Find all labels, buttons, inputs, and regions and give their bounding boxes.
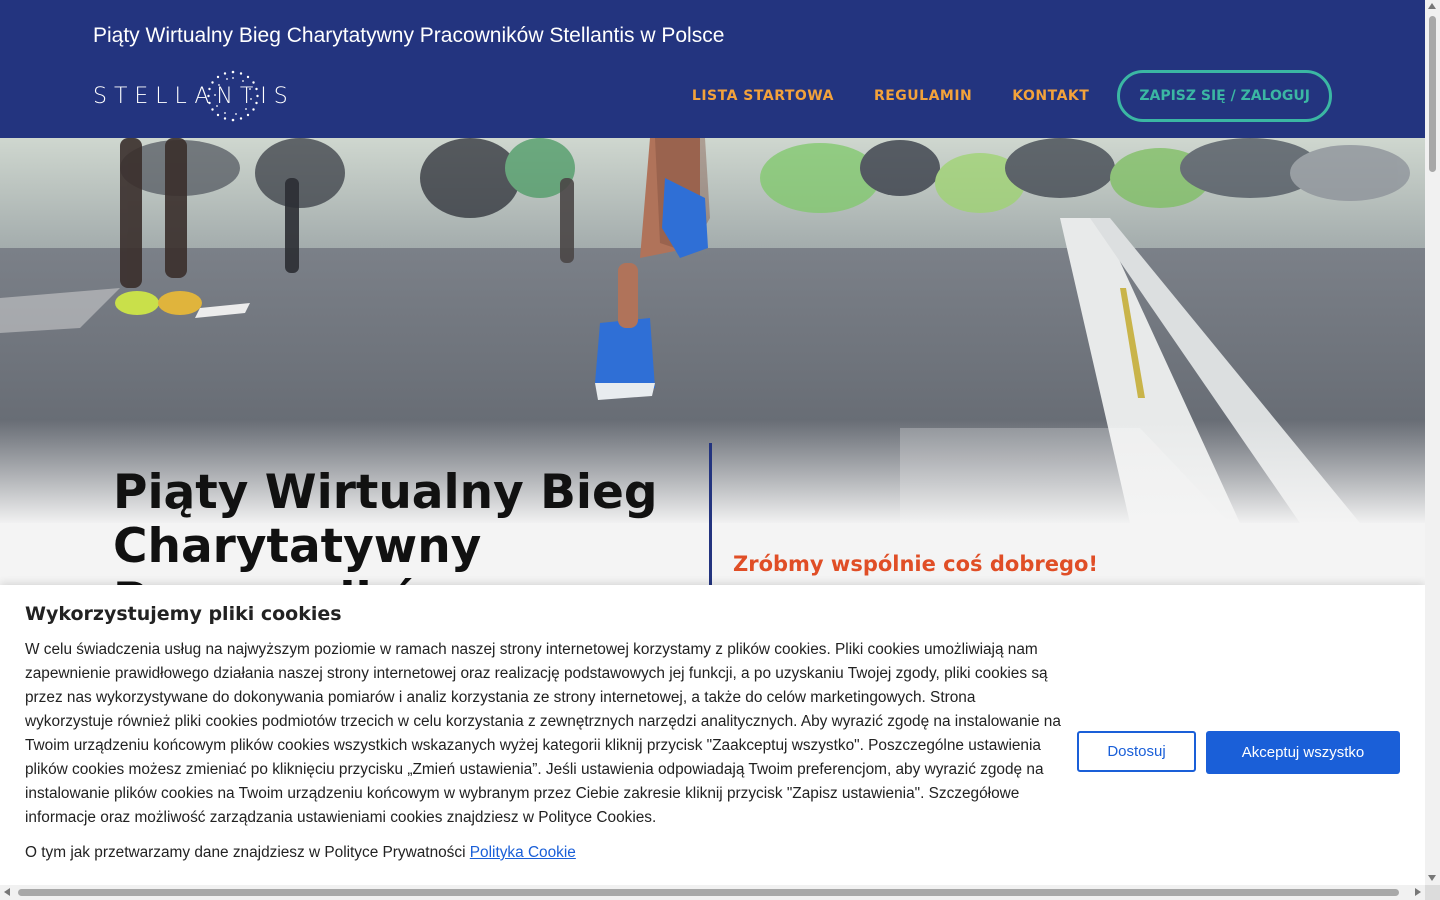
scroll-right-icon[interactable] [1415,888,1421,896]
hero-tagline: Zróbmy wspólnie coś dobrego! [733,552,1098,576]
customize-button[interactable]: Dostosuj [1077,731,1196,772]
logo-dots-icon [207,70,259,122]
cookie-policy-link[interactable]: Polityka Cookie [470,844,576,861]
divider-line [709,443,712,603]
cookie-title: Wykorzystujemy pliki cookies [25,603,342,625]
horizontal-scroll-thumb[interactable] [18,889,1399,896]
scroll-left-icon[interactable] [4,888,10,896]
scroll-up-icon[interactable] [1428,3,1436,9]
cookie-policy-text: O tym jak przetwarzamy dane znajdziesz w… [25,844,466,861]
cookie-banner: Wykorzystujemy pliki cookies W celu świa… [0,585,1425,885]
horizontal-scrollbar[interactable] [0,885,1425,900]
site-title: Piąty Wirtualny Bieg Charytatywny Pracow… [93,24,725,47]
logo-text: STELLANTIS [93,83,295,109]
scrollbar-corner [1425,885,1440,900]
stellantis-logo[interactable]: STELLANTIS [93,68,295,124]
nav-start-list[interactable]: LISTA STARTOWA [692,88,834,104]
scroll-down-icon[interactable] [1428,875,1436,881]
accept-all-button[interactable]: Akceptuj wszystko [1206,731,1400,774]
vertical-scroll-thumb[interactable] [1429,16,1436,172]
nav-contact[interactable]: KONTAKT [1012,88,1089,104]
cookie-policy-line: O tym jak przetwarzamy dane znajdziesz w… [25,844,576,862]
signup-login-button[interactable]: ZAPISZ SIĘ / ZALOGUJ [1117,70,1332,122]
nav-rules[interactable]: REGULAMIN [874,88,972,104]
site-header: Piąty Wirtualny Bieg Charytatywny Pracow… [0,0,1425,138]
main-nav: LISTA STARTOWA REGULAMIN KONTAKT ZAPISZ … [692,70,1332,122]
vertical-scrollbar[interactable] [1425,0,1440,885]
cookie-text: W celu świadczenia usług na najwyższym p… [25,641,1061,826]
